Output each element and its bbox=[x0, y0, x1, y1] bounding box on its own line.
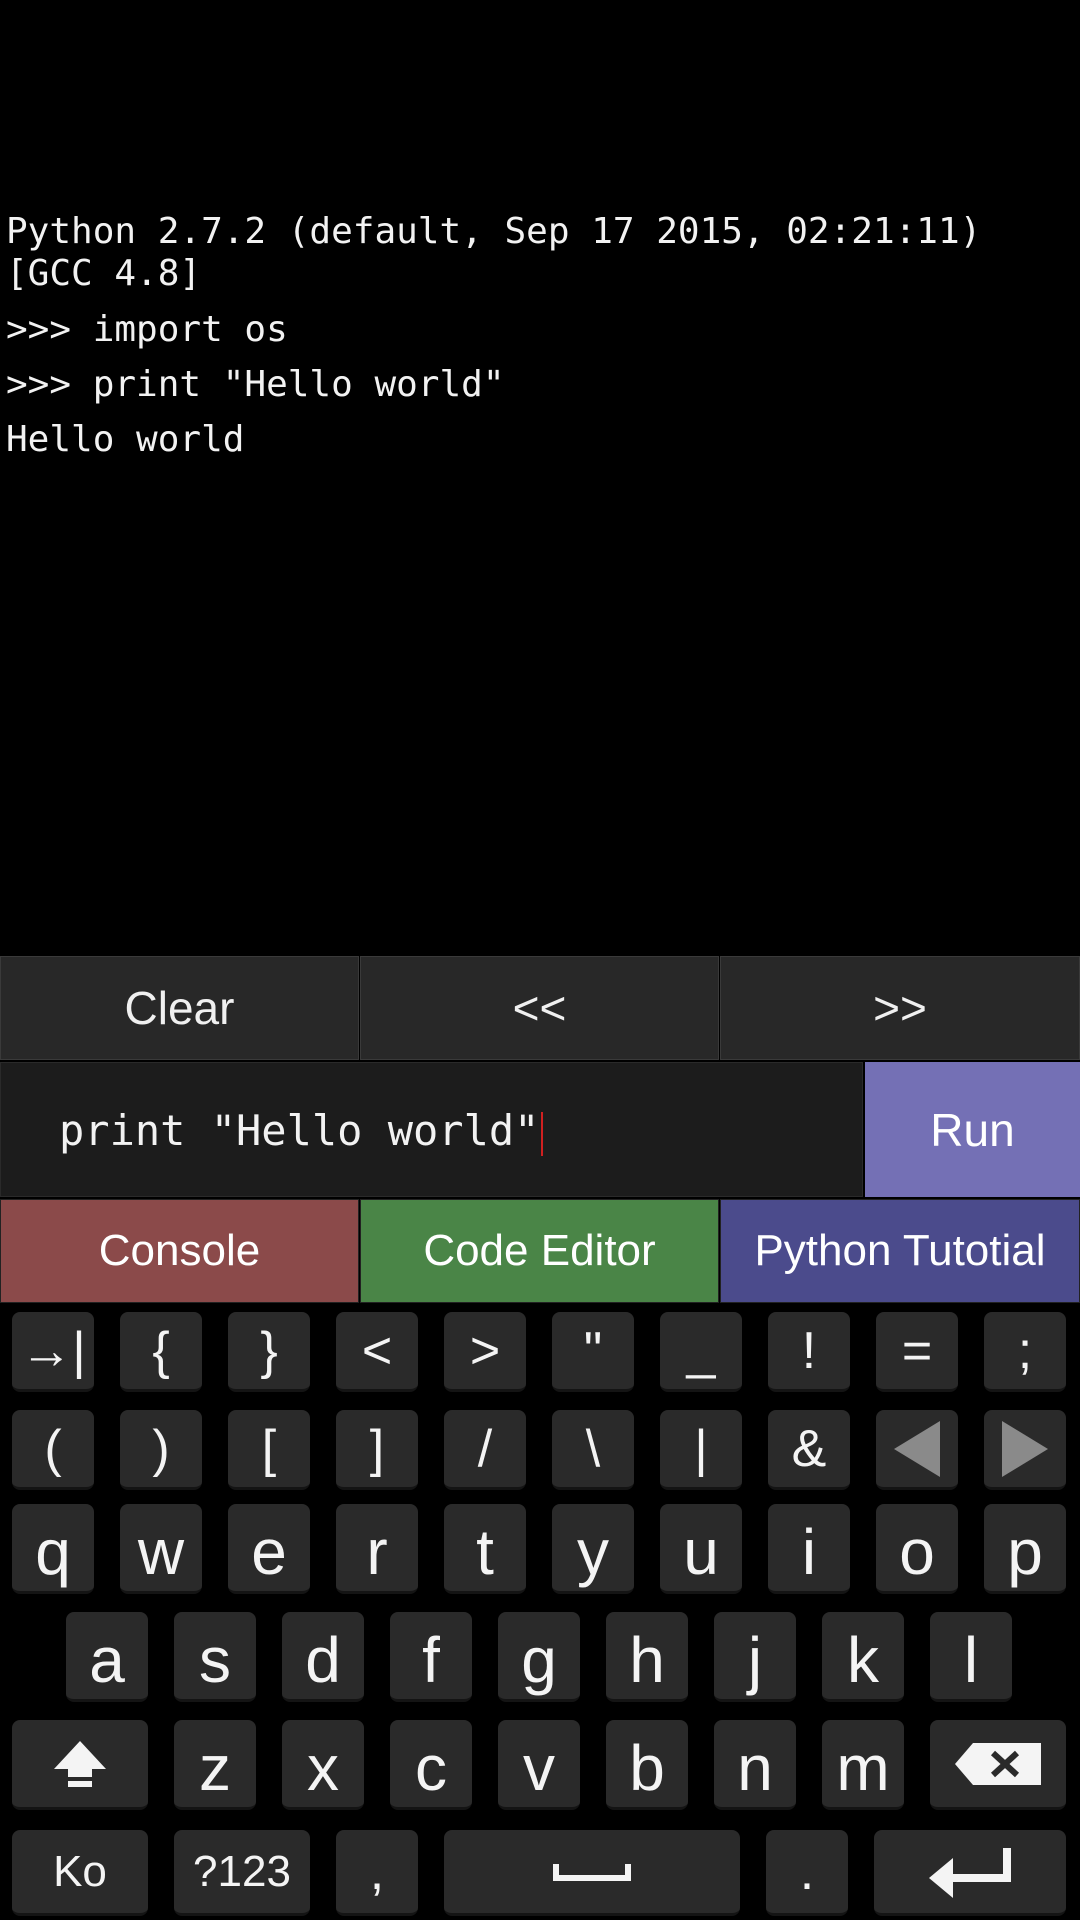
key-letter[interactable]: n bbox=[714, 1720, 796, 1810]
key-letter[interactable]: o bbox=[876, 1504, 958, 1594]
key-symbol[interactable]: } bbox=[228, 1312, 310, 1392]
backspace-icon bbox=[955, 1742, 1041, 1785]
key-period[interactable]: . bbox=[766, 1830, 848, 1916]
key-letter[interactable]: l bbox=[930, 1612, 1012, 1702]
soft-keyboard: →| { } < > " _ ! = ; ( ) [ ] / \ | & q w… bbox=[0, 1304, 1080, 1920]
key-letter[interactable]: k bbox=[822, 1612, 904, 1702]
key-cursor-left[interactable] bbox=[876, 1410, 958, 1490]
text-caret bbox=[541, 1111, 544, 1156]
key-letter[interactable]: u bbox=[660, 1504, 742, 1594]
command-input[interactable]: print "Hello world" bbox=[0, 1062, 863, 1197]
enter-icon bbox=[929, 1847, 1011, 1898]
run-button[interactable]: Run bbox=[865, 1062, 1080, 1197]
key-letter[interactable]: t bbox=[444, 1504, 526, 1594]
console-line: [GCC 4.8] bbox=[6, 253, 202, 294]
arrow-right-icon bbox=[1002, 1420, 1048, 1477]
key-symbols[interactable]: ?123 bbox=[174, 1830, 310, 1916]
key-letter[interactable]: s bbox=[174, 1612, 256, 1702]
key-symbol[interactable]: = bbox=[876, 1312, 958, 1392]
key-letter[interactable]: g bbox=[498, 1612, 580, 1702]
key-letter[interactable]: h bbox=[606, 1612, 688, 1702]
key-letter[interactable]: p bbox=[984, 1504, 1066, 1594]
space-icon bbox=[553, 1863, 631, 1881]
key-symbol[interactable]: ; bbox=[984, 1312, 1066, 1392]
key-letter[interactable]: a bbox=[66, 1612, 148, 1702]
key-space[interactable] bbox=[444, 1830, 740, 1916]
key-backspace[interactable] bbox=[930, 1720, 1066, 1810]
key-shift[interactable] bbox=[12, 1720, 148, 1810]
key-letter[interactable]: z bbox=[174, 1720, 256, 1810]
key-letter[interactable]: w bbox=[120, 1504, 202, 1594]
tab-code-editor[interactable]: Code Editor bbox=[360, 1199, 719, 1303]
shift-icon bbox=[54, 1740, 106, 1787]
key-symbol[interactable]: < bbox=[336, 1312, 418, 1392]
clear-button[interactable]: Clear bbox=[0, 956, 359, 1060]
key-symbol[interactable]: ] bbox=[336, 1410, 418, 1490]
key-symbol[interactable]: _ bbox=[660, 1312, 742, 1392]
tab-python-tutorial[interactable]: Python Tutotial bbox=[720, 1199, 1080, 1303]
key-symbol[interactable]: / bbox=[444, 1410, 526, 1490]
key-letter[interactable]: e bbox=[228, 1504, 310, 1594]
key-symbol[interactable]: \ bbox=[552, 1410, 634, 1490]
key-letter[interactable]: q bbox=[12, 1504, 94, 1594]
key-cursor-right[interactable] bbox=[984, 1410, 1066, 1490]
key-letter[interactable]: y bbox=[552, 1504, 634, 1594]
console-line: Python 2.7.2 (default, Sep 17 2015, 02:2… bbox=[6, 211, 982, 252]
console-line: >>> import os bbox=[6, 309, 288, 350]
key-symbol[interactable]: ( bbox=[12, 1410, 94, 1490]
key-symbol[interactable]: > bbox=[444, 1312, 526, 1392]
key-symbol[interactable]: [ bbox=[228, 1410, 310, 1490]
key-letter[interactable]: x bbox=[282, 1720, 364, 1810]
key-symbol[interactable]: | bbox=[660, 1410, 742, 1490]
console-line: Hello world bbox=[6, 419, 245, 460]
tab-console[interactable]: Console bbox=[0, 1199, 359, 1303]
key-letter[interactable]: d bbox=[282, 1612, 364, 1702]
arrow-left-icon bbox=[894, 1420, 940, 1477]
key-letter[interactable]: b bbox=[606, 1720, 688, 1810]
command-input-text: print "Hello world" bbox=[59, 1105, 544, 1157]
key-letter[interactable]: f bbox=[390, 1612, 472, 1702]
key-enter[interactable] bbox=[874, 1830, 1066, 1916]
key-letter[interactable]: v bbox=[498, 1720, 580, 1810]
key-letter[interactable]: j bbox=[714, 1612, 796, 1702]
key-symbol[interactable]: & bbox=[768, 1410, 850, 1490]
key-symbol[interactable]: " bbox=[552, 1312, 634, 1392]
key-symbol[interactable]: ! bbox=[768, 1312, 850, 1392]
key-language[interactable]: Ko bbox=[12, 1830, 148, 1916]
key-symbol[interactable]: { bbox=[120, 1312, 202, 1392]
key-letter[interactable]: m bbox=[822, 1720, 904, 1810]
key-comma[interactable]: , bbox=[336, 1830, 418, 1916]
key-letter[interactable]: r bbox=[336, 1504, 418, 1594]
history-next-button[interactable]: >> bbox=[720, 956, 1080, 1060]
history-prev-button[interactable]: << bbox=[360, 956, 719, 1060]
key-symbol[interactable]: ) bbox=[120, 1410, 202, 1490]
command-input-value: print "Hello world" bbox=[59, 1106, 540, 1155]
key-tab[interactable]: →| bbox=[12, 1312, 94, 1392]
key-letter[interactable]: i bbox=[768, 1504, 850, 1594]
key-letter[interactable]: c bbox=[390, 1720, 472, 1810]
console-line: >>> print "Hello world" bbox=[6, 364, 505, 405]
console-output: Python 2.7.2 (default, Sep 17 2015, 02:2… bbox=[0, 200, 1080, 955]
